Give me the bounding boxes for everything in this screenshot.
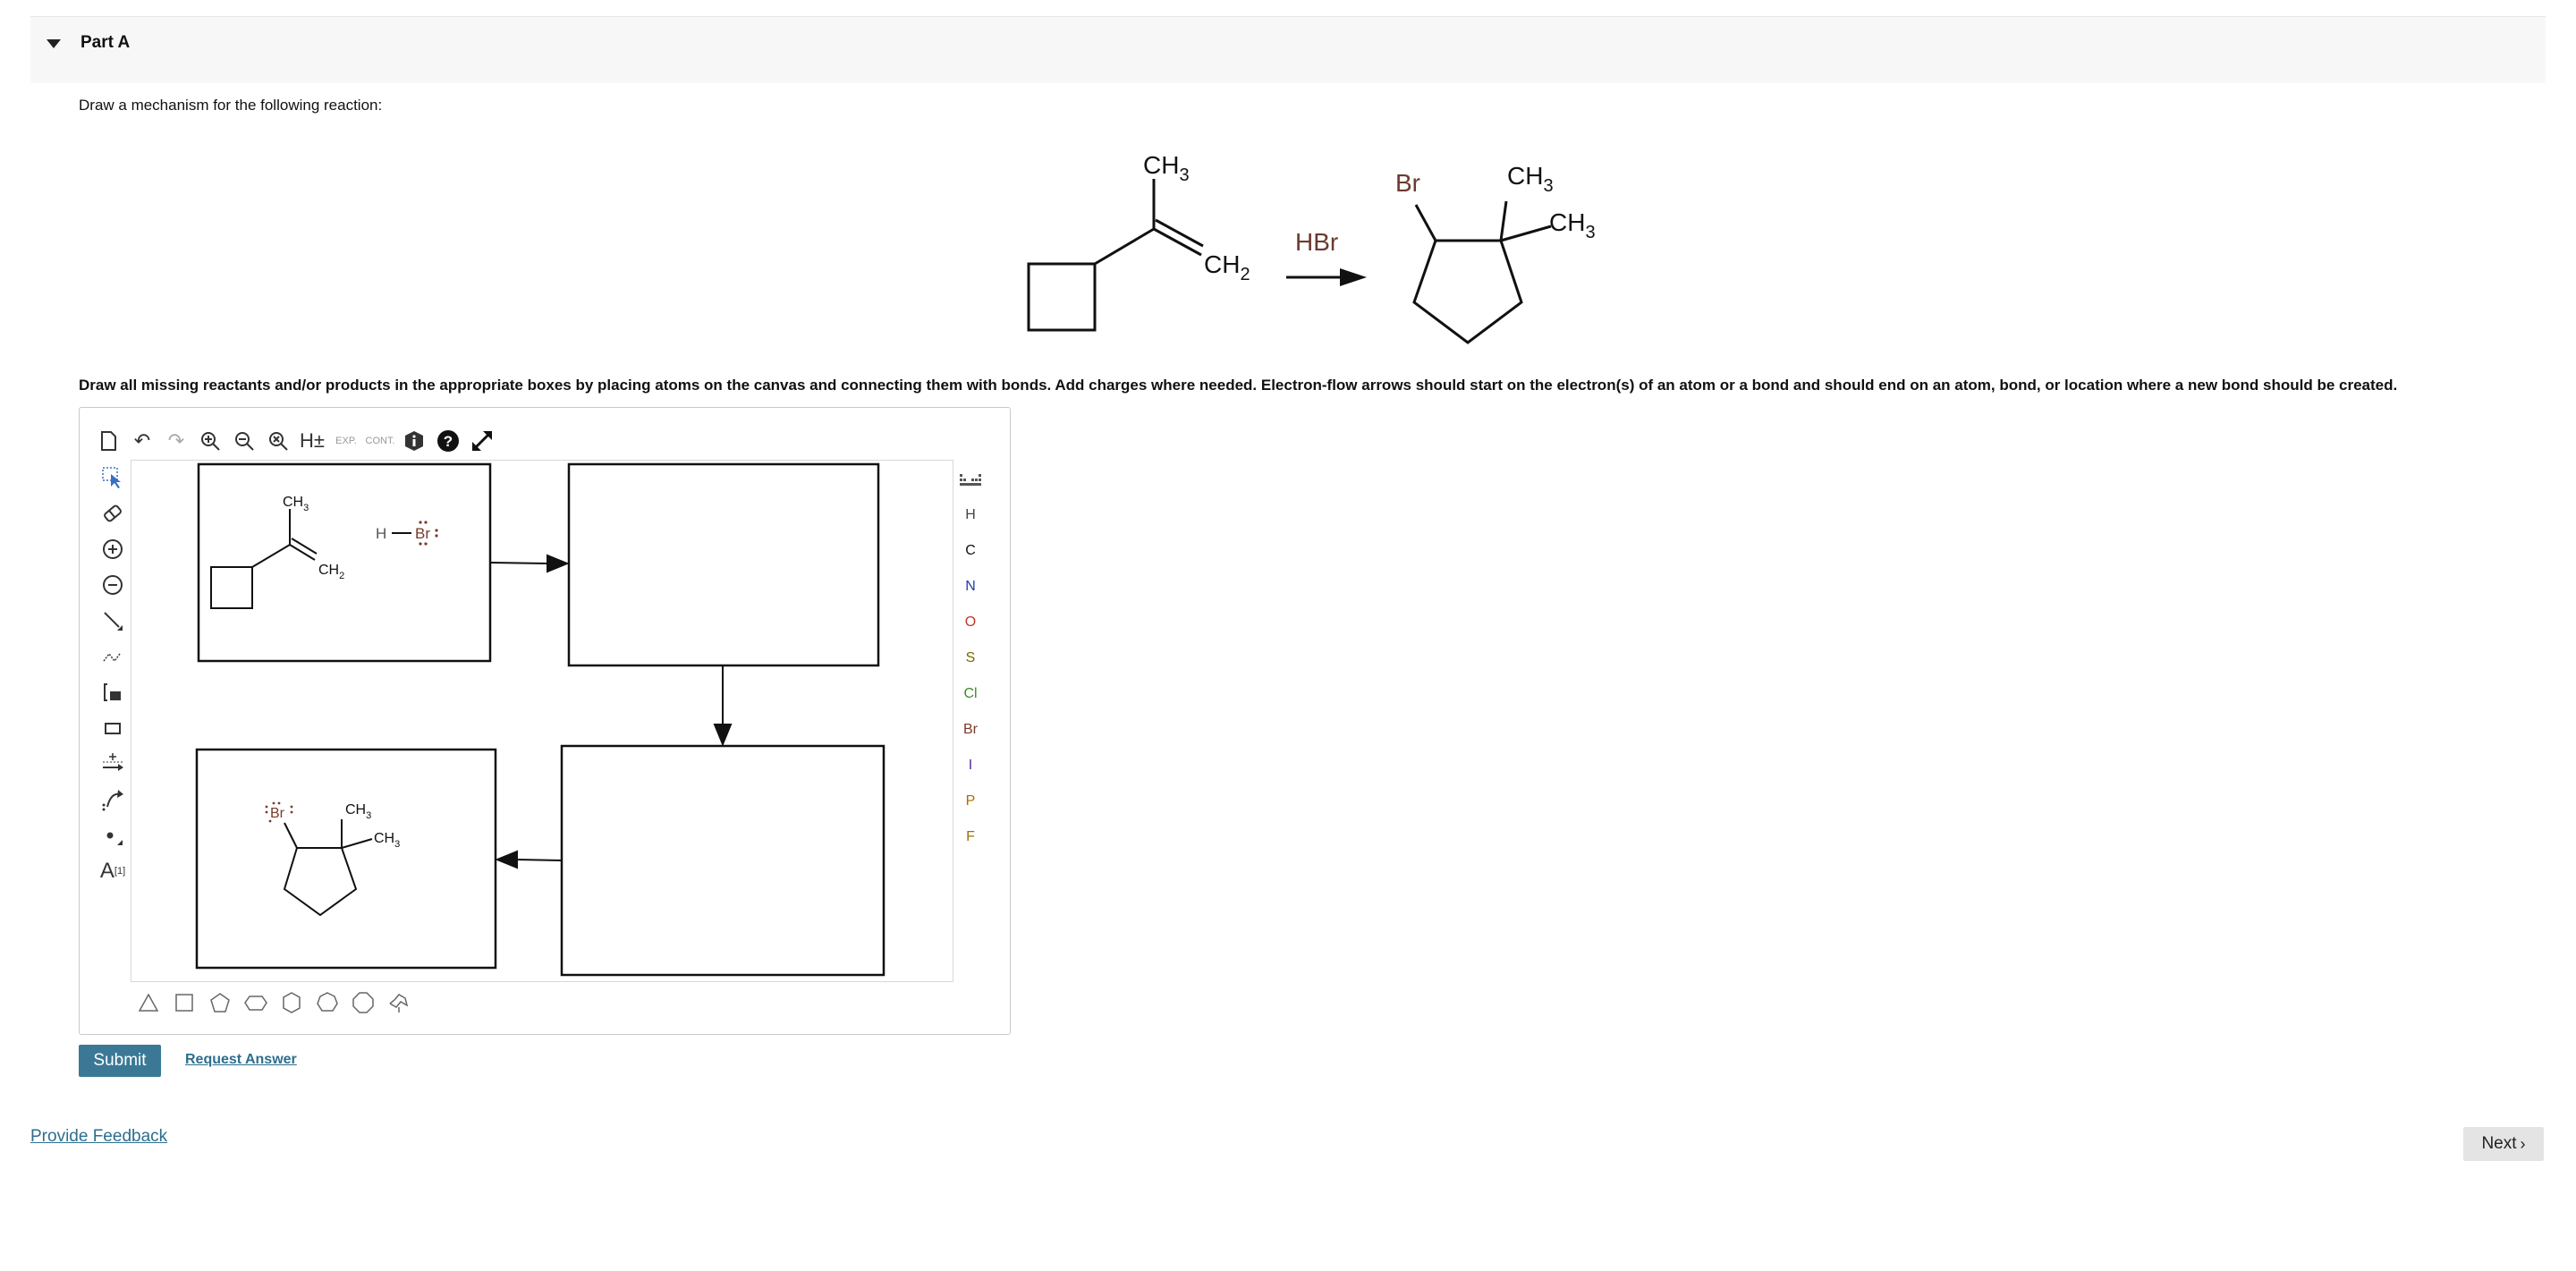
octagon-icon[interactable] bbox=[345, 984, 381, 1021]
svg-text:CH3: CH3 bbox=[345, 802, 371, 821]
fullscreen-icon[interactable] bbox=[467, 420, 497, 462]
square-icon[interactable] bbox=[166, 984, 202, 1021]
svg-text:CH3: CH3 bbox=[283, 495, 309, 513]
box-intermediate-1[interactable] bbox=[567, 462, 880, 667]
pentagon-icon[interactable] bbox=[202, 984, 238, 1021]
next-button[interactable]: Next › bbox=[2463, 1127, 2544, 1161]
box-intermediate-2[interactable] bbox=[560, 744, 886, 977]
provide-feedback-link[interactable]: Provide Feedback bbox=[30, 1127, 167, 1147]
help-icon[interactable]: ? bbox=[433, 420, 463, 462]
request-answer-link[interactable]: Request Answer bbox=[185, 1052, 297, 1068]
svg-text:H: H bbox=[376, 525, 386, 542]
new-document-icon[interactable] bbox=[93, 420, 123, 462]
arrow-right bbox=[547, 554, 570, 573]
redo-icon[interactable]: ↷ bbox=[161, 420, 191, 462]
instructions: Draw all missing reactants and/or produc… bbox=[79, 377, 2398, 394]
chevron-right-icon: › bbox=[2520, 1134, 2526, 1153]
atom-o-button[interactable]: O bbox=[955, 606, 986, 639]
chair-icon[interactable] bbox=[381, 984, 417, 1021]
svg-text:CH3: CH3 bbox=[374, 831, 400, 850]
reaction-arrow-head bbox=[1340, 268, 1367, 286]
atom-f-button[interactable]: F bbox=[955, 821, 986, 853]
triangle-icon[interactable] bbox=[131, 984, 166, 1021]
hexagon-icon[interactable] bbox=[238, 984, 274, 1021]
atom-cl-button[interactable]: Cl bbox=[955, 678, 986, 710]
periodic-table-icon[interactable] bbox=[955, 465, 986, 497]
electron-arrow-icon[interactable] bbox=[93, 747, 132, 781]
cyclopentane-ring bbox=[1412, 239, 1523, 344]
atom-i-button[interactable]: I bbox=[955, 750, 986, 782]
atom-br-button[interactable]: Br bbox=[955, 714, 986, 746]
svg-text:CH3: CH3 bbox=[1143, 151, 1190, 185]
zoom-fit-icon[interactable] bbox=[263, 420, 293, 462]
rectangle-tool-icon[interactable] bbox=[93, 711, 132, 745]
svg-text:CH2: CH2 bbox=[1204, 250, 1250, 284]
eraser-icon[interactable] bbox=[93, 496, 132, 530]
expand-icon[interactable]: EXP. bbox=[331, 420, 361, 462]
svg-text:Br: Br bbox=[1395, 169, 1420, 197]
positive-charge-icon[interactable] bbox=[93, 532, 132, 566]
svg-text:Br: Br bbox=[415, 525, 430, 542]
bracket-icon[interactable] bbox=[93, 675, 132, 709]
cyclobutane-ring bbox=[1027, 262, 1097, 332]
text-tool-icon[interactable]: A [1] bbox=[93, 854, 132, 888]
next-label: Next bbox=[2481, 1134, 2517, 1153]
heptagon-icon[interactable] bbox=[309, 984, 345, 1021]
svg-text:CH2: CH2 bbox=[318, 563, 344, 581]
select-tool-icon[interactable] bbox=[93, 461, 132, 495]
svg-text:?: ? bbox=[444, 433, 453, 450]
collapse-caret-icon[interactable] bbox=[47, 39, 61, 48]
part-title: Part A bbox=[80, 33, 131, 52]
lone-pair-icon[interactable] bbox=[93, 818, 132, 852]
svg-text:Br: Br bbox=[270, 806, 285, 821]
hydrogen-toggle-icon[interactable]: H± bbox=[297, 420, 327, 462]
negative-charge-icon[interactable] bbox=[93, 568, 132, 602]
svg-text:CH3: CH3 bbox=[1549, 208, 1596, 242]
atom-p-button[interactable]: P bbox=[955, 785, 986, 818]
svg-text:CH3: CH3 bbox=[1507, 162, 1554, 196]
mechanism-boxes: CH3 CH2 H Br Br CH3 CH3 bbox=[195, 462, 886, 977]
submit-button[interactable]: Submit bbox=[79, 1045, 161, 1077]
box-starting-materials bbox=[197, 462, 492, 663]
hexagon-vertical-icon[interactable] bbox=[274, 984, 309, 1021]
question-prompt: Draw a mechanism for the following react… bbox=[79, 97, 383, 114]
undo-icon[interactable]: ↶ bbox=[127, 420, 157, 462]
atom-s-button[interactable]: S bbox=[955, 642, 986, 674]
atom-c-button[interactable]: C bbox=[955, 535, 986, 567]
arrow-left bbox=[495, 850, 518, 869]
zoom-out-icon[interactable] bbox=[229, 420, 259, 462]
atom-h-button[interactable]: H bbox=[955, 499, 986, 531]
info-icon[interactable] bbox=[399, 420, 429, 462]
atom-n-button[interactable]: N bbox=[955, 571, 986, 603]
zoom-in-icon[interactable] bbox=[195, 420, 225, 462]
contract-icon[interactable]: CONT. bbox=[365, 420, 395, 462]
curved-arrow-icon[interactable] bbox=[93, 783, 132, 817]
reagent-label: HBr bbox=[1295, 228, 1338, 256]
reaction-scheme: CH3 CH2 HBr Br CH3 CH3 bbox=[1027, 151, 1596, 344]
chain-icon[interactable] bbox=[93, 640, 132, 674]
single-bond-icon[interactable] bbox=[93, 604, 132, 638]
part-header[interactable] bbox=[30, 16, 2546, 83]
arrow-down bbox=[713, 724, 733, 747]
